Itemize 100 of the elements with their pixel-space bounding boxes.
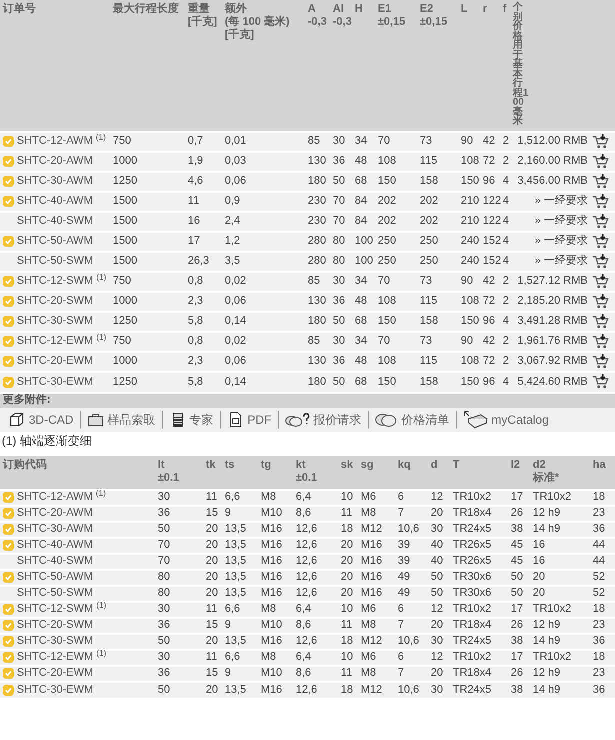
table-cell: 36 — [333, 155, 346, 167]
table-cell: M8 — [361, 507, 376, 519]
table-cell: 52 — [593, 571, 606, 583]
table-cell: M16 — [261, 571, 282, 583]
table-cell: 16 — [533, 539, 546, 551]
table-cell: 48 — [355, 155, 368, 167]
table-cell: 12 h9 — [533, 619, 561, 631]
table-cell: 20 — [206, 555, 218, 567]
toolbar-link[interactable]: 报价请求 — [284, 410, 362, 428]
table-cell: 96 — [483, 376, 496, 388]
toolbar-link[interactable]: PDF — [226, 410, 272, 428]
table-cell: 0,02 — [225, 335, 246, 347]
table-cell: 9 — [225, 619, 232, 631]
table-cell: 122 — [483, 195, 502, 207]
table-cell: 90 — [461, 135, 474, 147]
table-cell: 240 — [461, 235, 480, 247]
table-cell: 7 — [398, 667, 404, 679]
table-cell: M8 — [361, 667, 376, 679]
table-cell: M16 — [261, 523, 282, 535]
table-cell: M6 — [361, 491, 376, 503]
toolbar-link[interactable]: myCatalog — [462, 410, 550, 428]
table-cell: 26 — [511, 619, 524, 631]
table-cell: 20 — [341, 587, 354, 599]
table-cell: 50 — [158, 523, 170, 535]
table-cell: 49 — [398, 571, 410, 583]
table-cell: 17 — [188, 235, 200, 247]
column-header: tg — [261, 458, 272, 472]
table-cell: 70 — [333, 215, 346, 227]
table-cell: 50 — [333, 315, 346, 327]
order-number: SHTC-12-EWM $^{(1)}$ — [17, 651, 107, 664]
table-cell: 152 — [483, 235, 502, 247]
table-cell: 3,5 — [225, 255, 240, 267]
table-cell: 158 — [420, 376, 438, 388]
column-header: ha — [593, 458, 607, 472]
column-header-unit: [千克] — [188, 16, 218, 29]
table-cell: 45 — [511, 555, 524, 567]
table-cell: 1000 — [113, 155, 138, 167]
table-cell: 13,5 — [225, 539, 246, 551]
column-header: l2 — [511, 458, 522, 472]
table-cell: 10,6 — [398, 684, 420, 696]
table-cell: 4 — [503, 215, 510, 227]
order-number: SHTC-40-AWM — [17, 539, 93, 552]
table-cell: 80 — [333, 235, 346, 247]
column-header-unit: ±0,15 — [378, 16, 406, 29]
price: 1,527.12 RMB — [518, 275, 588, 287]
order-number: SHTC-20-EWM — [17, 667, 94, 680]
table-cell: 12,6 — [296, 587, 318, 599]
order-number: SHTC-30-EWM — [17, 376, 94, 388]
table-cell: 1250 — [113, 175, 138, 187]
table-cell: 202 — [420, 195, 438, 207]
table-cell: 13,5 — [225, 587, 246, 599]
table-cell: 180 — [308, 175, 326, 187]
table-cell: 36 — [333, 355, 346, 367]
table-cell: 150 — [461, 315, 480, 327]
table-cell: 11 — [206, 491, 218, 503]
table-cell: 50 — [158, 635, 170, 647]
table-cell: 6,6 — [225, 603, 240, 615]
order-number: SHTC-20-SWM — [17, 295, 94, 308]
table-cell: 50 — [511, 587, 524, 599]
order-number: SHTC-12-SWM $^{(1)}$ — [17, 603, 107, 616]
column-header: T — [453, 458, 461, 472]
table-cell: 10 — [341, 491, 354, 503]
table-cell: TR18x4 — [453, 507, 492, 519]
table-cell: 13,5 — [225, 523, 246, 535]
order-number: SHTC-20-SWM — [17, 619, 94, 632]
toolbar-link[interactable]: 价格清单 — [374, 410, 450, 428]
footnote: (1) 轴端逐渐变细 — [2, 434, 93, 448]
table-cell: 70 — [378, 135, 390, 147]
column-header: r — [483, 3, 488, 16]
table-cell: 12,6 — [296, 684, 318, 696]
table-cell: 4,6 — [188, 175, 204, 187]
toolbar-link[interactable]: 专家 — [168, 410, 214, 428]
table-cell: M8 — [261, 603, 276, 615]
table-cell: 210 — [461, 215, 480, 227]
table-cell: 50 — [511, 571, 524, 583]
toolbar-link[interactable]: 样品索取 — [86, 410, 156, 428]
table-cell: 11 — [206, 651, 218, 663]
table-cell: 13,5 — [225, 684, 246, 696]
table-cell: 44 — [593, 555, 606, 567]
table-cell: 11 — [341, 507, 352, 519]
table-cell: 70 — [378, 335, 390, 347]
table-cell: 68 — [355, 175, 368, 187]
table-cell: 16 — [533, 555, 546, 567]
column-header: d — [431, 458, 439, 472]
table-cell: 20 — [533, 571, 546, 583]
table-cell: 73 — [420, 135, 432, 147]
toolbar-link[interactable]: 3D-CAD — [8, 410, 74, 428]
table-cell: 17 — [511, 491, 524, 503]
column-header: tk — [206, 458, 217, 472]
table-cell: 1500 — [113, 235, 138, 247]
table-cell: 68 — [355, 376, 368, 388]
table-cell: 0,8 — [188, 275, 204, 287]
table-cell: 2,4 — [225, 215, 240, 227]
table-cell: 202 — [420, 215, 438, 227]
table-cell: 50 — [158, 684, 170, 696]
table-cell: 1000 — [113, 355, 138, 367]
table-cell: 36 — [158, 667, 170, 679]
table-cell: 100 — [355, 235, 374, 247]
price: 3,491.28 RMB — [518, 315, 588, 327]
order-number: SHTC-20-AWM — [17, 155, 93, 168]
